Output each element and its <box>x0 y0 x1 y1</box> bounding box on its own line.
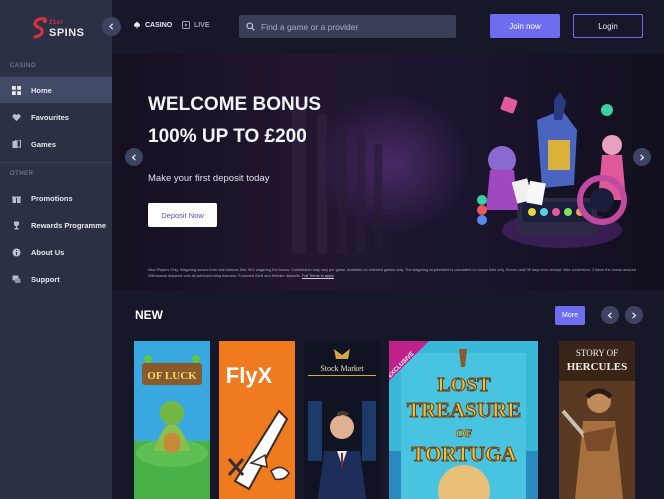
sidebar-item-about-us[interactable]: About Us <box>0 239 112 265</box>
tab-live-label: LIVE <box>194 21 210 29</box>
sidebar-item-promotions[interactable]: Promotions <box>0 185 112 211</box>
new-section-title: NEW <box>135 308 163 322</box>
chevron-left-icon <box>131 153 136 161</box>
of-luck-title: OF LUCK <box>147 370 197 382</box>
game-tile-flyx[interactable]: FlyX <box>219 341 295 499</box>
info-icon <box>12 248 21 257</box>
bonus-terms-text: New Players Only. Wagering occurs from r… <box>148 268 637 278</box>
game-tile-story-of-hercules[interactable]: STORY OF HERCULES <box>559 341 635 499</box>
hero-prev-button[interactable] <box>125 148 143 166</box>
spade-icon <box>133 21 141 29</box>
sidebar-item-favourites[interactable]: Favourites <box>0 104 112 130</box>
hero-banner: WELCOME BONUS 100% UP TO £200 Make your … <box>112 54 664 290</box>
sidebar-item-label: Rewards Programme <box>31 220 107 230</box>
collapse-sidebar-button[interactable] <box>102 17 121 36</box>
hercules-artwork: STORY OF HERCULES <box>559 341 635 499</box>
bonus-terms: New Players Only. Wagering occurs from r… <box>148 267 644 279</box>
sidebar-item-label: Promotions <box>31 193 73 203</box>
flyx-title: FlyX <box>226 363 273 388</box>
sidebar-item-label: Home <box>31 85 52 95</box>
sidebar-item-home[interactable]: Home <box>0 77 112 103</box>
brand-logo[interactable]: 21st SPINS <box>30 14 90 44</box>
lost-treasure-title-line4: TORTUGA <box>411 442 517 466</box>
hero-next-button[interactable] <box>633 148 651 166</box>
login-button[interactable]: Login <box>573 14 643 38</box>
stock-market-artwork: Stock Market <box>304 341 380 499</box>
lost-treasure-title-line2: TREASURE <box>407 398 521 422</box>
tab-casino-label: CASINO <box>145 21 173 29</box>
live-icon <box>182 21 190 29</box>
sidebar-item-label: Favourites <box>31 112 69 122</box>
stock-market-title: Stock Market <box>320 364 364 373</box>
join-now-button[interactable]: Join now <box>490 14 560 38</box>
hero-title-line2: 100% UP TO £200 <box>148 126 307 147</box>
chevron-right-icon <box>632 311 637 319</box>
chevron-left-icon <box>607 311 612 319</box>
sidebar-item-support[interactable]: Support <box>0 266 112 292</box>
lost-treasure-title-line3: OF <box>456 426 473 440</box>
new-prev-button[interactable] <box>601 306 619 324</box>
gift-icon <box>12 194 21 203</box>
lost-treasure-artwork: LOST TREASURE OF TORTUGA EXCLUSIVE <box>389 341 538 499</box>
deposit-now-button[interactable]: Deposit Now <box>148 203 217 227</box>
hero-title-line1: WELCOME BONUS <box>148 94 322 115</box>
lost-treasure-title-line1: LOST <box>437 374 491 396</box>
chat-icon <box>12 275 21 284</box>
sidebar-item-games[interactable]: Games <box>0 131 112 157</box>
logo-mark-icon <box>33 17 47 39</box>
brand-small-text: 21st <box>49 20 64 26</box>
tab-casino[interactable]: CASINO <box>133 21 172 29</box>
search-input[interactable] <box>261 21 441 32</box>
sidebar-divider <box>0 162 112 163</box>
tab-live[interactable]: LIVE <box>182 21 210 29</box>
trophy-icon <box>12 221 21 230</box>
chevron-left-icon <box>109 23 114 30</box>
new-next-button[interactable] <box>625 306 643 324</box>
sidebar-item-label: About Us <box>31 247 65 257</box>
hero-subtitle: Make your first deposit today <box>148 173 270 184</box>
more-button[interactable]: More <box>555 306 585 325</box>
hercules-title-line2: HERCULES <box>567 361 628 373</box>
search-bar[interactable] <box>239 15 456 38</box>
flyx-artwork: FlyX <box>219 341 295 499</box>
hero-casino-characters-illustration <box>477 92 627 248</box>
casino-section-label: CASINO <box>10 63 37 69</box>
other-section-label: OTHER <box>10 171 34 177</box>
brand-name: SPINS <box>49 27 85 39</box>
sidebar: 21st SPINS CASINO Home Favourites Games … <box>0 0 112 499</box>
heart-icon <box>12 113 21 122</box>
full-terms-link[interactable]: Full Terms to apply <box>302 274 334 278</box>
of-luck-artwork: OF LUCK <box>134 341 210 499</box>
search-icon <box>246 18 255 36</box>
sidebar-item-label: Games <box>31 139 57 149</box>
sidebar-item-rewards-programme[interactable]: Rewards Programme <box>0 212 112 238</box>
sidebar-item-label: Support <box>31 274 60 284</box>
grid-icon <box>12 85 21 95</box>
chevron-right-icon <box>640 153 645 161</box>
hercules-title-line1: STORY OF <box>576 348 618 358</box>
game-tile-of-luck[interactable]: OF LUCK <box>134 341 210 499</box>
game-tile-stock-market[interactable]: Stock Market <box>304 341 380 499</box>
game-tile-lost-treasure-of-tortuga[interactable]: LOST TREASURE OF TORTUGA EXCLUSIVE <box>389 341 538 499</box>
cards-icon <box>12 139 21 149</box>
